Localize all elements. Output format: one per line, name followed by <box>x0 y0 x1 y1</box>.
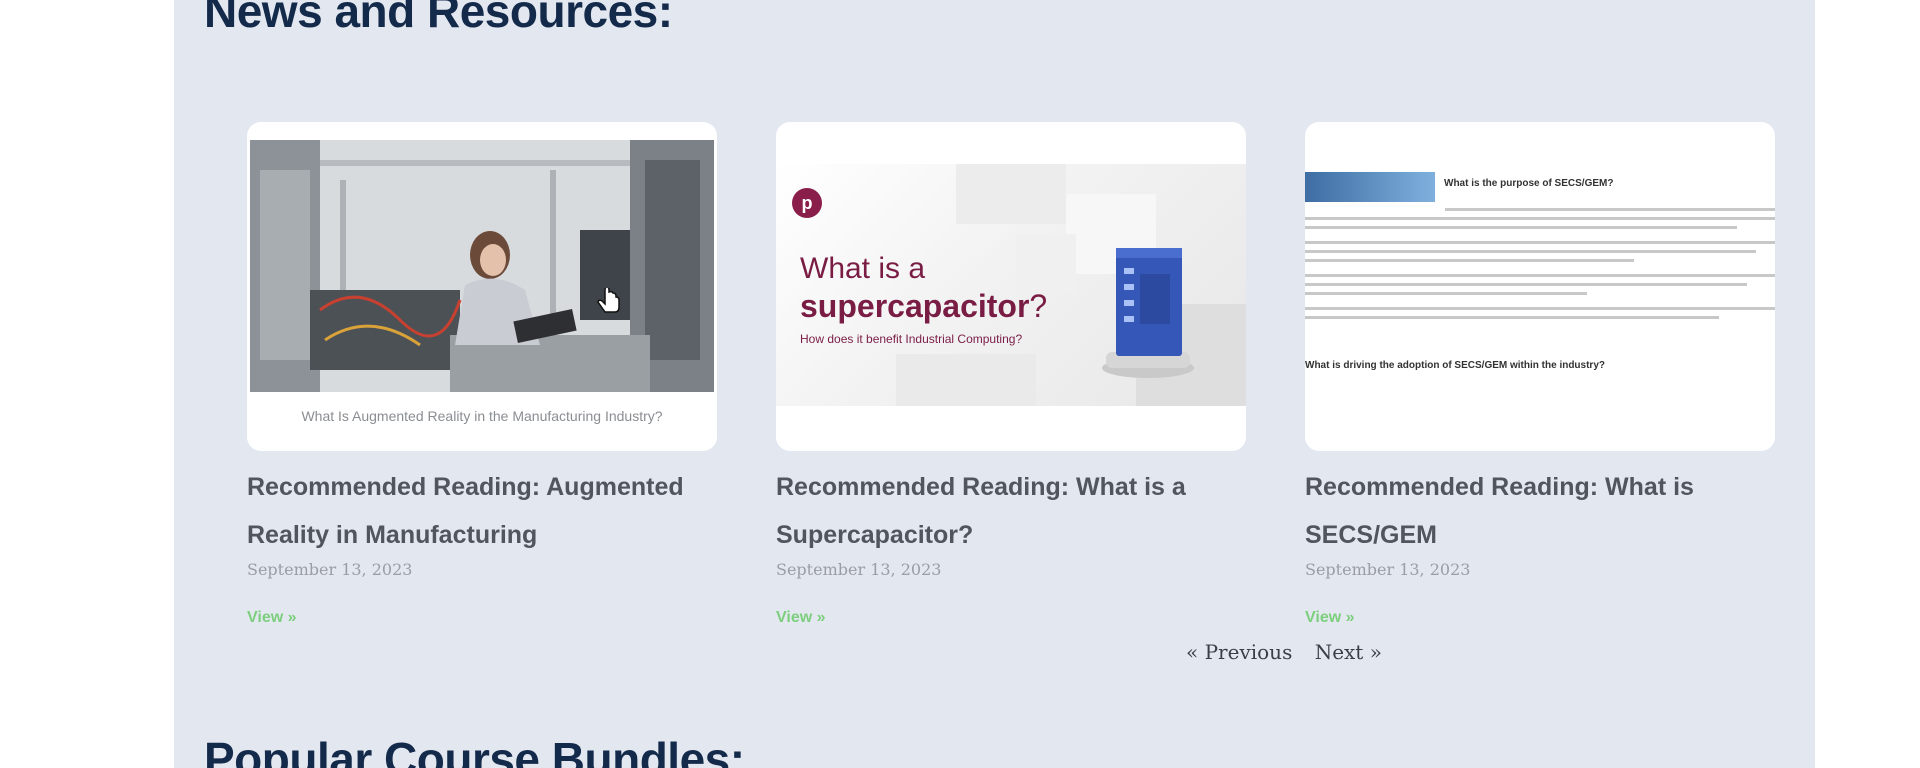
promo-headline-suffix: ? <box>1029 288 1048 324</box>
document-banner-image <box>1305 172 1435 202</box>
promo-headline-word: supercapacitor <box>800 288 1030 324</box>
view-link[interactable]: View » <box>247 609 297 627</box>
thumbnail-caption: What Is Augmented Reality in the Manufac… <box>301 408 663 424</box>
document-text-lines <box>1305 202 1775 325</box>
industrial-pc-device-image <box>1102 248 1194 378</box>
resource-card-secs-gem: What is the purpose of SECS/GEM? What is… <box>1305 122 1775 627</box>
card-date: September 13, 2023 <box>1305 560 1471 579</box>
secs-gem-document-image: What is the purpose of SECS/GEM? What is… <box>1305 172 1775 412</box>
brand-logo-icon: p <box>792 188 822 218</box>
promo-headline-line1: What is a <box>800 252 926 285</box>
previous-page-link[interactable]: « Previous <box>1186 640 1292 664</box>
view-link[interactable]: View » <box>1305 609 1355 627</box>
card-title[interactable]: Recommended Reading: What is SECS/GEM <box>1305 463 1775 559</box>
card-thumbnail[interactable]: What is the purpose of SECS/GEM? What is… <box>1305 122 1775 451</box>
promo-headline-line2: supercapacitor? <box>800 288 1047 325</box>
card-thumbnail[interactable]: p What is a supercapacitor? How does it … <box>776 122 1246 451</box>
lab-scene-illustration <box>250 140 714 392</box>
card-title[interactable]: Recommended Reading: Augmented Reality i… <box>247 463 717 559</box>
card-title[interactable]: Recommended Reading: What is a Supercapa… <box>776 463 1246 559</box>
card-date: September 13, 2023 <box>776 560 942 579</box>
lab-photo-image <box>250 140 714 392</box>
promo-subtitle: How does it benefit Industrial Computing… <box>800 332 1023 346</box>
hand-cursor-icon <box>597 288 620 313</box>
document-subheading: What is driving the adoption of SECS/GEM… <box>1305 360 1605 371</box>
section-title: News and Resources: <box>204 0 673 37</box>
resource-card-augmented-reality: What Is Augmented Reality in the Manufac… <box>247 122 717 627</box>
resource-card-supercapacitor: p What is a supercapacitor? How does it … <box>776 122 1246 627</box>
card-thumbnail[interactable]: What Is Augmented Reality in the Manufac… <box>247 122 717 451</box>
next-section-title: Popular Course Bundles: <box>204 733 745 768</box>
next-page-link[interactable]: Next » <box>1315 640 1382 664</box>
page: News and Resources: What Is Augmented Re… <box>0 0 1920 768</box>
supercapacitor-promo-image: p What is a supercapacitor? How does it … <box>776 164 1246 406</box>
pagination: « Previous Next » <box>1186 640 1382 664</box>
view-link[interactable]: View » <box>776 609 826 627</box>
document-heading: What is the purpose of SECS/GEM? <box>1444 178 1614 189</box>
card-date: September 13, 2023 <box>247 560 413 579</box>
